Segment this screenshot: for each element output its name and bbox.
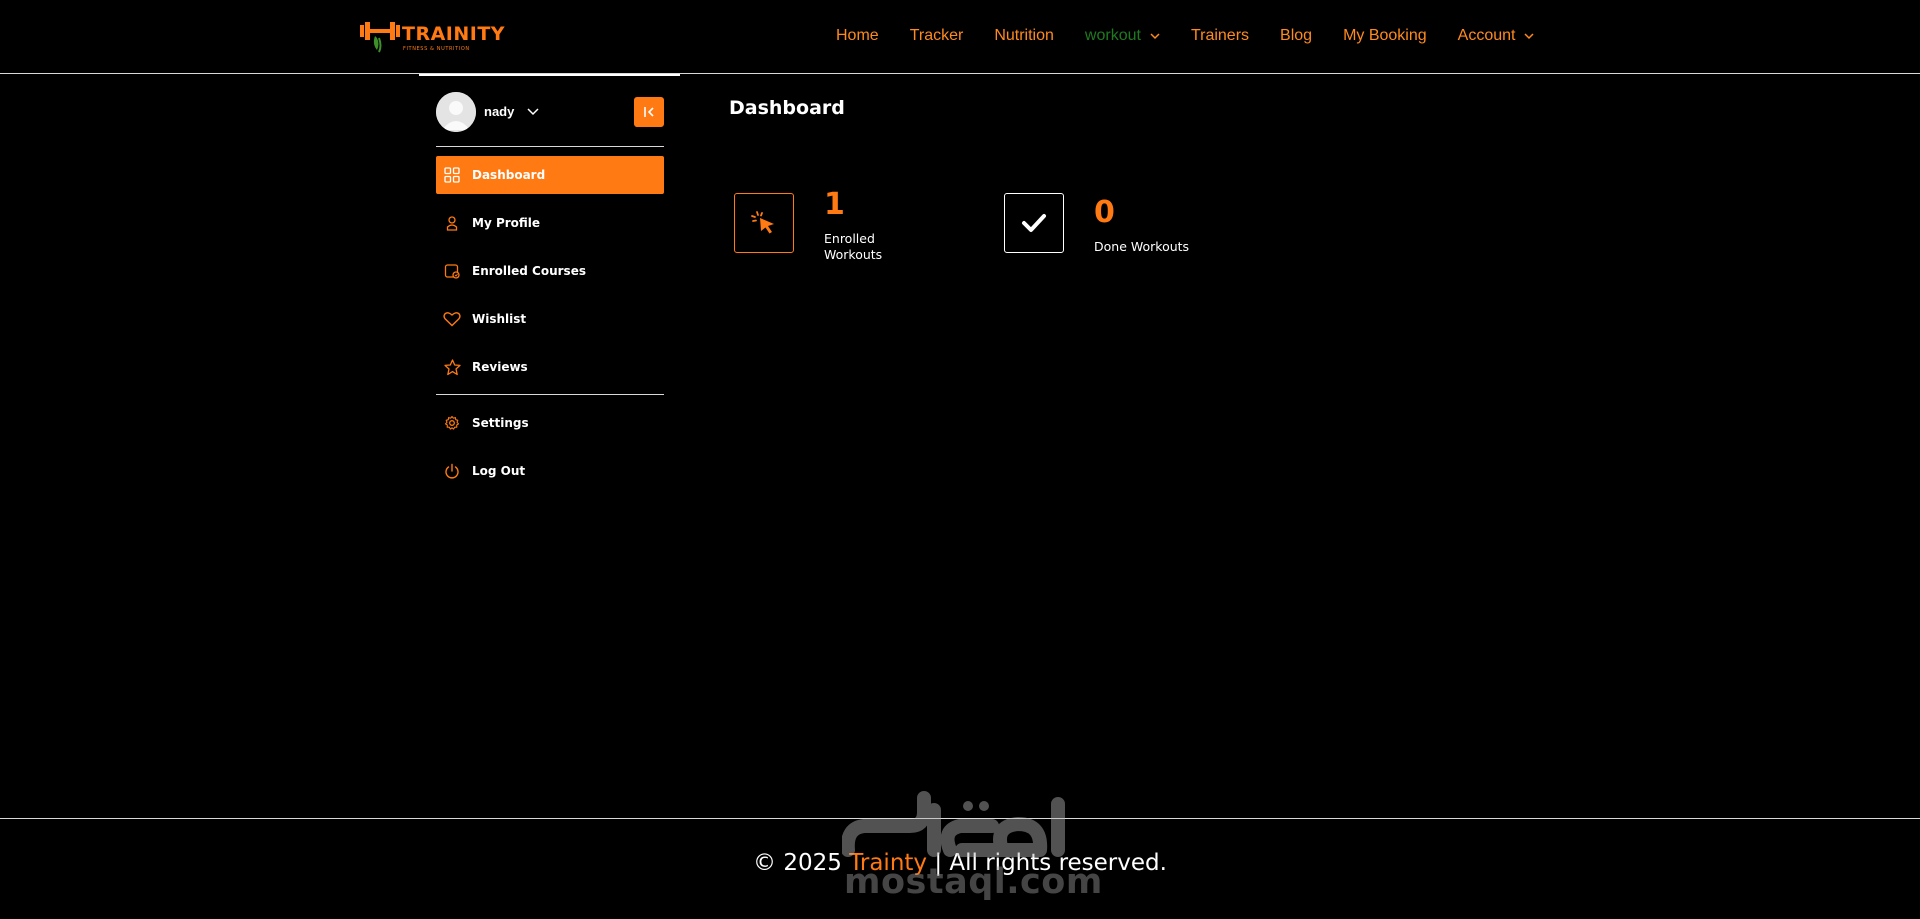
sidebar-item-label: My Profile [472, 216, 541, 230]
nav-account-label: Account [1457, 27, 1516, 44]
chevron-down-icon[interactable] [527, 105, 539, 117]
done-workouts-label: Done Workouts [1094, 239, 1190, 254]
nav-account[interactable]: Account [1458, 27, 1535, 45]
page-title: Dashboard [729, 97, 845, 119]
sidebar-divider [436, 146, 664, 147]
enrolled-workouts-label-line2: Workouts [824, 247, 883, 262]
logo-brand-text: TRAINITY [402, 23, 506, 45]
footer-copyright: © 2025 Trainty | All rights reserved. [0, 850, 1920, 876]
sidebar-item-label: Wishlist [472, 312, 527, 326]
sidebar-item-settings[interactable]: Settings [436, 404, 664, 442]
sidebar-item-label: Dashboard [472, 168, 546, 182]
sidebar-item-label: Settings [472, 416, 529, 430]
check-icon [1022, 214, 1046, 232]
footer-suffix: | All rights reserved. [927, 850, 1167, 876]
nav-trainers[interactable]: Trainers [1191, 27, 1249, 45]
enrolled-workouts-label-line1: Enrolled [824, 231, 875, 246]
nav-my-booking-label: My Booking [1343, 27, 1427, 44]
star-icon [443, 358, 461, 376]
sidebar-divider [436, 394, 664, 395]
footer-divider [0, 818, 1920, 819]
courses-icon [443, 262, 461, 280]
logo-tagline: FITNESS & NUTRITION [403, 46, 470, 52]
trainity-logo[interactable]: TRAINITY FITNESS & NUTRITION [360, 20, 505, 54]
done-workouts-icon-box [1004, 193, 1064, 253]
user-menu[interactable]: nady [436, 92, 664, 132]
sidebar-item-log-out[interactable]: Log Out [436, 452, 664, 490]
nav-nutrition-label: Nutrition [994, 27, 1054, 44]
sidebar-item-dashboard[interactable]: Dashboard [436, 156, 664, 194]
nav-workout-label: workout [1084, 27, 1141, 44]
nav-home-label: Home [836, 27, 879, 44]
dumbbell-logo-icon [360, 22, 400, 53]
collapse-sidebar-button[interactable] [634, 97, 664, 127]
avatar-placeholder-icon [436, 92, 476, 132]
sidebar-item-enrolled-courses[interactable]: Enrolled Courses [436, 252, 664, 290]
nav-blog-label: Blog [1280, 27, 1313, 44]
sidebar-item-wishlist[interactable]: Wishlist [436, 300, 664, 338]
done-workouts-value: 0 [1094, 195, 1115, 230]
collapse-left-icon [644, 107, 654, 117]
username: nady [484, 104, 515, 119]
footer-prefix: © 2025 [753, 850, 850, 876]
nav-tracker[interactable]: Tracker [910, 27, 964, 45]
nav-workout[interactable]: workout [1085, 27, 1160, 45]
sidebar-item-label: Reviews [472, 360, 528, 374]
grid-icon [443, 166, 461, 184]
chevron-down-icon [1524, 33, 1534, 40]
enrolled-workouts-value: 1 [824, 187, 845, 222]
heart-icon [443, 310, 461, 328]
enrolled-workouts-icon-box [734, 193, 794, 253]
sidebar-item-label: Enrolled Courses [472, 264, 586, 278]
sidebar-top-line [419, 74, 680, 76]
nav-nutrition[interactable]: Nutrition [994, 27, 1054, 45]
chevron-down-icon [1150, 33, 1160, 40]
gear-icon [443, 414, 461, 432]
sidebar-item-reviews[interactable]: Reviews [436, 348, 664, 386]
cursor-click-icon [751, 211, 774, 234]
footer-brand-link[interactable]: Trainty [849, 850, 927, 876]
nav-trainers-label: Trainers [1190, 27, 1250, 44]
nav-my-booking[interactable]: My Booking [1343, 27, 1427, 45]
mostaql-watermark: mostaql.com [840, 790, 1102, 902]
main-nav: Home Tracker Nutrition workout Trainers … [836, 27, 1565, 45]
enrolled-workouts-label: Enrolled Workouts [824, 231, 882, 263]
sidebar-item-label: Log Out [472, 464, 526, 478]
nav-home[interactable]: Home [836, 27, 879, 45]
avatar[interactable] [436, 92, 476, 132]
user-icon [443, 214, 461, 232]
sidebar-item-my-profile[interactable]: My Profile [436, 204, 664, 242]
nav-tracker-label: Tracker [909, 27, 964, 44]
site-header: TRAINITY FITNESS & NUTRITION Home Tracke… [0, 0, 1920, 74]
power-icon [443, 462, 461, 480]
nav-blog[interactable]: Blog [1280, 27, 1312, 45]
